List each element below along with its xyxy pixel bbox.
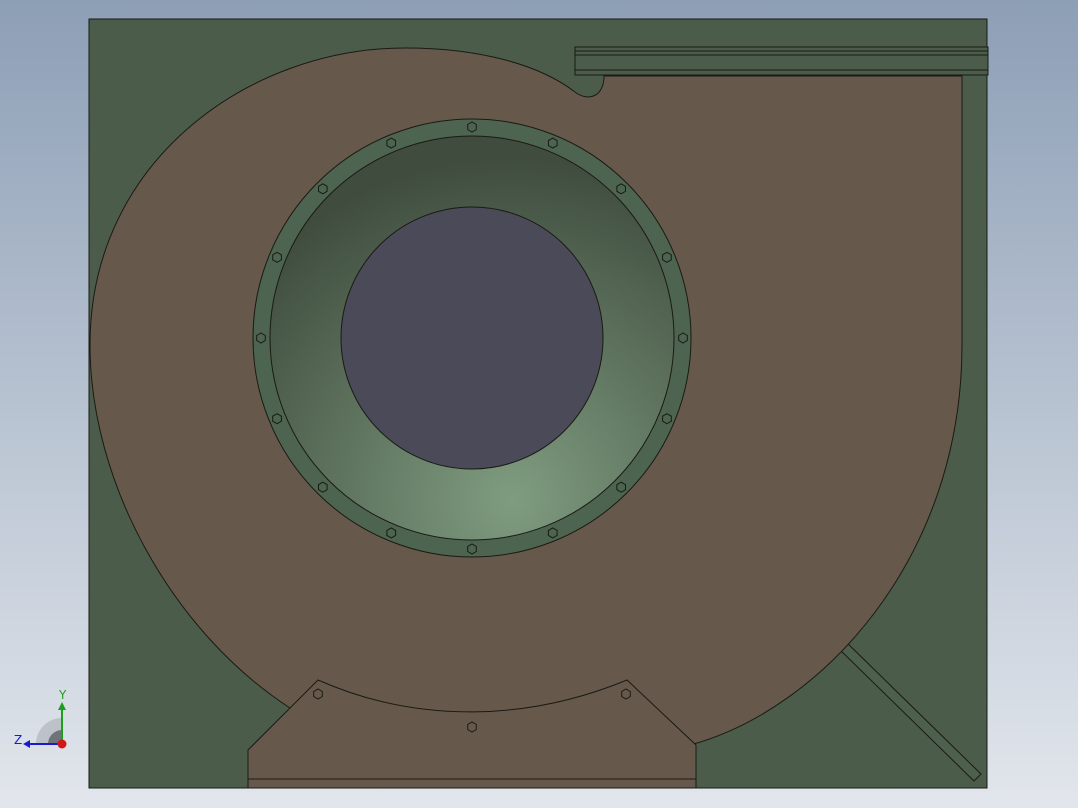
cad-model-view[interactable]: [0, 0, 1078, 808]
y-axis-label: Y: [58, 688, 67, 702]
z-axis-arrowhead: [23, 740, 30, 748]
y-axis-arrowhead: [58, 702, 66, 710]
x-axis-dot: [57, 739, 67, 749]
inlet-opening[interactable]: [340, 206, 604, 470]
orientation-triad[interactable]: Y Z: [14, 686, 78, 756]
z-axis-label: Z: [14, 733, 22, 747]
graphics-viewport[interactable]: Y Z: [0, 0, 1078, 808]
